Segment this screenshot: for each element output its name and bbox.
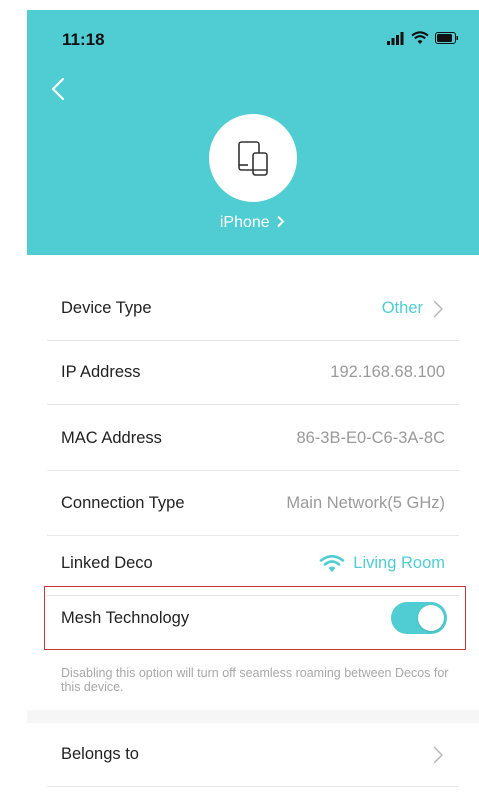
wifi-status-icon — [411, 31, 429, 44]
device-name-link[interactable]: iPhone — [27, 214, 479, 232]
back-arrow-icon[interactable] — [45, 74, 75, 104]
row-label: Device Type — [61, 299, 152, 317]
device-detail-screen: 11:18 iPhone Device Type Other IP Addres… — [27, 10, 479, 811]
chevron-right-icon — [433, 746, 443, 763]
row-label: Belongs to — [61, 745, 139, 763]
highlight-box — [44, 586, 466, 650]
device-type-value: Other — [381, 299, 423, 317]
row-ip-address: IP Address 192.168.68.100 — [47, 341, 459, 405]
row-connection-type: Connection Type Main Network(5 GHz) — [47, 472, 459, 536]
section-divider — [27, 710, 479, 723]
chevron-right-icon — [277, 215, 285, 228]
ip-address-value: 192.168.68.100 — [330, 363, 445, 381]
device-avatar — [209, 114, 297, 202]
row-label: IP Address — [61, 363, 141, 381]
devices-icon — [238, 141, 268, 176]
device-header: 11:18 iPhone — [27, 10, 479, 255]
row-label: Linked Deco — [61, 554, 153, 572]
row-label: MAC Address — [61, 429, 162, 447]
wifi-icon — [319, 554, 345, 572]
mesh-note: Disabling this option will turn off seam… — [61, 666, 449, 694]
row-belongs-to[interactable]: Belongs to — [47, 723, 459, 787]
status-time: 11:18 — [62, 30, 105, 49]
row-device-type[interactable]: Device Type Other — [47, 277, 459, 341]
row-mac-address: MAC Address 86-3B-E0-C6-3A-8C — [47, 407, 459, 471]
linked-deco-value: Living Room — [353, 554, 445, 572]
battery-icon — [435, 32, 458, 44]
row-label: Connection Type — [61, 494, 185, 512]
mac-address-value: 86-3B-E0-C6-3A-8C — [296, 429, 445, 447]
status-icons — [387, 30, 459, 46]
connection-type-value: Main Network(5 GHz) — [286, 494, 445, 512]
device-name-label: iPhone — [219, 214, 270, 231]
signal-icon — [387, 32, 404, 45]
chevron-right-icon — [433, 300, 443, 317]
